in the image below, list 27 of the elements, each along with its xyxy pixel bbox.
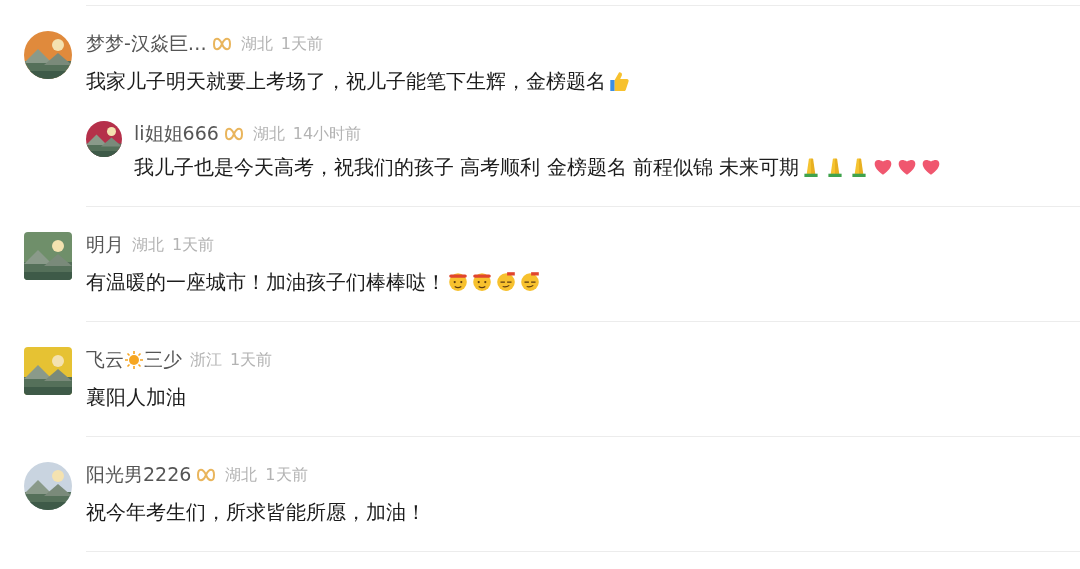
location-text: 浙江 xyxy=(190,349,222,371)
thumbs-up-icon xyxy=(607,69,629,91)
time-text: 14小时前 xyxy=(292,123,362,145)
emoji-face-icon xyxy=(447,270,469,292)
comment-text: 我儿子也是今天高考，祝我们的孩子 高考顺利 金榜题名 前程似锦 未来可期 xyxy=(134,153,944,181)
comment-text: 襄阳人加油 xyxy=(86,384,187,411)
time-text: 1天前 xyxy=(230,349,273,371)
time-text: 1天前 xyxy=(280,33,324,55)
emoji-face-icon xyxy=(471,270,493,292)
sun-icon xyxy=(124,350,144,370)
user-name: 三少 xyxy=(144,347,182,372)
time-text: 1天前 xyxy=(172,234,215,256)
emoji-face-icon xyxy=(495,270,517,292)
user-name: 梦梦-汉焱巨… xyxy=(86,31,207,56)
location-text: 湖北 xyxy=(240,33,273,55)
emoji-face-icon xyxy=(519,270,541,292)
comment-text: 我家儿子明天就要上考场了，祝儿子能笔下生辉，金榜题名 xyxy=(86,67,1080,95)
user-name: 飞云 xyxy=(86,347,124,372)
user-name: li姐姐666 xyxy=(134,121,219,146)
time-text: 1天前 xyxy=(265,464,308,486)
location-text: 湖北 xyxy=(252,123,285,145)
location-text: 湖北 xyxy=(225,464,258,486)
user-name: 明月 xyxy=(86,232,124,257)
location-text: 湖北 xyxy=(132,234,164,256)
user-name: 阳光男2226 xyxy=(86,462,192,487)
comment-text: 有温暖的一座城市！加油孩子们棒棒哒！ xyxy=(86,268,1080,296)
comment-text: 祝今年考生们，所求皆能所愿，加油！ xyxy=(86,499,427,526)
